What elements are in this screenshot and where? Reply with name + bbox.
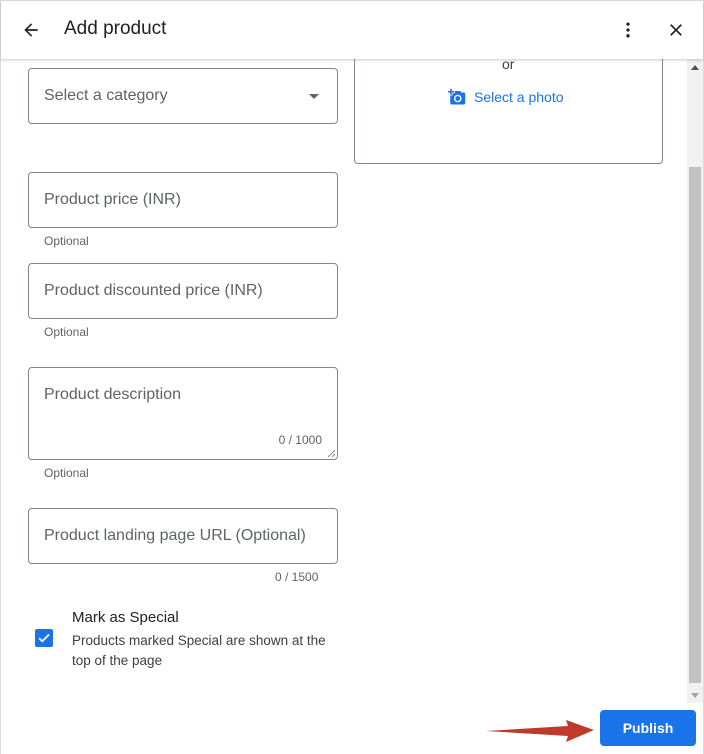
url-char-counter: 0 / 1500 [275, 570, 319, 584]
back-button[interactable] [15, 14, 47, 46]
more-options-button[interactable] [612, 14, 644, 46]
select-photo-label: Select a photo [474, 89, 564, 105]
annotation-arrow-icon [486, 720, 594, 742]
arrow-left-icon [24, 23, 38, 37]
description-char-counter: 0 / 1000 [278, 433, 322, 447]
close-icon [670, 24, 682, 36]
product-description-textarea[interactable]: Product description 0 / 1000 [28, 367, 338, 460]
category-placeholder: Select a category [44, 87, 168, 104]
discounted-price-helper: Optional [44, 325, 89, 339]
landing-page-url-placeholder: Product landing page URL (Optional) [44, 527, 306, 544]
close-button[interactable] [660, 14, 692, 46]
select-photo-button[interactable]: Select a photo [448, 88, 564, 106]
add-photo-icon [448, 88, 466, 105]
product-price-helper: Optional [44, 234, 89, 248]
add-product-dialog: Add product or Select a photo Select a c… [0, 0, 704, 754]
category-select[interactable]: Select a category [28, 68, 338, 124]
dropdown-arrow-icon [309, 94, 319, 99]
product-description-helper: Optional [44, 466, 89, 480]
discounted-price-input[interactable]: Product discounted price (INR) [28, 263, 338, 319]
scroll-thumb[interactable] [689, 167, 701, 683]
vertical-scrollbar[interactable] [687, 59, 703, 703]
dialog-header: Add product [1, 1, 703, 59]
checkmark-icon [38, 633, 50, 643]
product-price-placeholder: Product price (INR) [44, 191, 181, 208]
mark-special-title: Mark as Special [72, 609, 179, 626]
product-price-input[interactable]: Product price (INR) [28, 172, 338, 228]
photo-upload-box: or Select a photo [354, 59, 663, 164]
page-title: Add product [64, 18, 167, 39]
form-scroll-area: or Select a photo Select a category Prod… [1, 59, 687, 703]
more-vertical-icon [626, 22, 630, 38]
mark-special-description: Products marked Special are shown at the… [72, 633, 326, 668]
resize-handle-icon[interactable] [327, 449, 335, 457]
scroll-up-arrow-icon[interactable] [691, 65, 699, 70]
landing-page-url-input[interactable]: Product landing page URL (Optional) [28, 508, 338, 564]
dialog-footer: Publish [1, 703, 703, 754]
mark-special-checkbox[interactable] [35, 629, 53, 647]
product-description-placeholder: Product description [44, 386, 181, 403]
publish-button[interactable]: Publish [600, 710, 696, 746]
discounted-price-placeholder: Product discounted price (INR) [44, 282, 263, 299]
or-text: or [502, 59, 515, 72]
scroll-down-arrow-icon[interactable] [691, 693, 699, 698]
